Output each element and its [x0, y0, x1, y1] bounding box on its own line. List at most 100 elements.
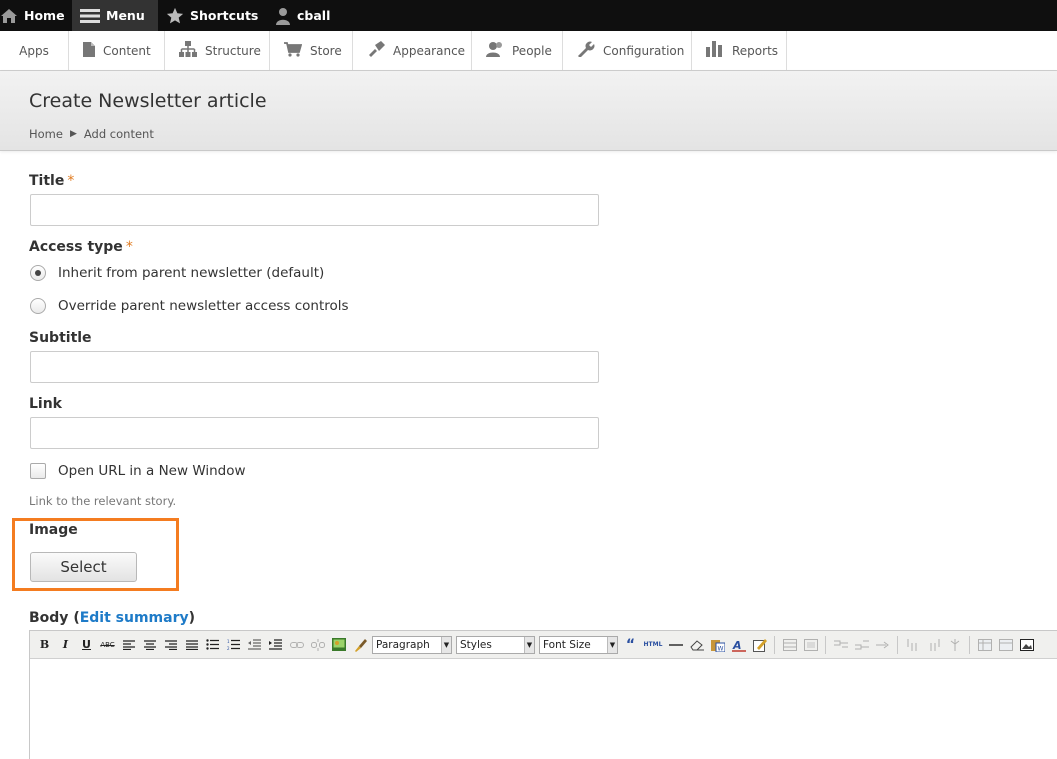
insert-row-before-icon[interactable]	[832, 636, 849, 653]
tray-item-store[interactable]: Store	[270, 31, 353, 70]
tray-item-reports[interactable]: Reports	[692, 31, 787, 70]
delete-column-icon[interactable]	[946, 636, 963, 653]
tray-item-apps[interactable]: Apps	[0, 31, 69, 70]
link-icon[interactable]	[288, 636, 305, 653]
insert-column-after-icon[interactable]	[925, 636, 942, 653]
toolbar-menu[interactable]: Menu	[72, 0, 158, 31]
align-left-icon[interactable]	[120, 636, 137, 653]
radio-button-selected[interactable]	[30, 265, 46, 281]
toolbar-user[interactable]: cball	[263, 0, 344, 31]
svg-text:A: A	[732, 639, 742, 652]
tray-item-label: Configuration	[603, 43, 685, 58]
breadcrumb-home[interactable]: Home	[29, 127, 63, 141]
unlink-icon[interactable]	[309, 636, 326, 653]
dropdown-arrow-icon: ▼	[607, 636, 617, 653]
eraser-icon[interactable]	[688, 636, 705, 653]
delete-row-icon[interactable]	[874, 636, 891, 653]
underline-button[interactable]: U	[78, 636, 95, 653]
tray-item-label: Content	[103, 43, 151, 58]
bold-button[interactable]: B	[36, 636, 53, 653]
tray-item-appearance[interactable]: Appearance	[353, 31, 472, 70]
cart-icon	[284, 41, 303, 60]
font-color-icon[interactable]: A	[730, 636, 747, 653]
cleanup-brush-icon[interactable]	[351, 636, 368, 653]
bar-chart-icon	[706, 41, 724, 60]
align-center-icon[interactable]	[141, 636, 158, 653]
page-header: Create Newsletter article Home ▶ Add con…	[0, 71, 1057, 151]
tray-item-label: Apps	[19, 43, 49, 58]
merge-cells-icon[interactable]	[997, 636, 1014, 653]
link-help-text: Link to the relevant story.	[29, 494, 177, 508]
paintbrush-icon	[367, 41, 385, 60]
access-option-inherit[interactable]: Inherit from parent newsletter (default)	[30, 265, 324, 281]
link-label: Link	[29, 396, 62, 412]
paste-word-icon[interactable]: W	[709, 636, 726, 653]
open-new-window-option[interactable]: Open URL in a New Window	[30, 463, 246, 479]
table-cell-icon[interactable]	[802, 636, 819, 653]
toolbar-separator	[969, 635, 970, 654]
star-icon	[166, 7, 184, 25]
access-type-label-text: Access type	[29, 239, 123, 255]
align-right-icon[interactable]	[162, 636, 179, 653]
toolbar-shortcuts[interactable]: Shortcuts	[158, 0, 263, 31]
access-option-override[interactable]: Override parent newsletter access contro…	[30, 298, 349, 314]
title-input[interactable]	[30, 194, 599, 226]
toolbar-separator	[897, 635, 898, 654]
split-cells-icon[interactable]	[976, 636, 993, 653]
editor-content-area[interactable]	[30, 659, 1057, 759]
toolbar-home-label: Home	[24, 8, 65, 23]
italic-button[interactable]: I	[57, 636, 74, 653]
styles-select-value: Styles	[460, 638, 492, 651]
toolbar-shortcuts-label: Shortcuts	[190, 8, 259, 23]
tray-item-content[interactable]: Content	[69, 31, 165, 70]
tray-item-structure[interactable]: Structure	[165, 31, 270, 70]
align-justify-icon[interactable]	[183, 636, 200, 653]
access-option-label: Inherit from parent newsletter (default)	[58, 265, 325, 281]
subtitle-input[interactable]	[30, 351, 599, 383]
svg-text:W: W	[717, 645, 723, 652]
breadcrumb-separator-icon: ▶	[69, 129, 77, 139]
structure-icon	[179, 41, 197, 60]
wrench-icon	[577, 41, 595, 60]
tray-item-label: Structure	[205, 43, 261, 58]
tray-item-people[interactable]: People	[472, 31, 563, 70]
svg-text:1: 1	[227, 639, 230, 644]
indent-icon[interactable]	[267, 636, 284, 653]
toolbar-home[interactable]: Home	[0, 0, 72, 31]
new-window-checkbox[interactable]	[30, 463, 46, 479]
numbered-list-icon[interactable]: 12	[225, 636, 242, 653]
font-size-select[interactable]: Font Size ▼	[539, 635, 618, 654]
content-icon	[83, 41, 95, 60]
required-marker: *	[67, 173, 75, 189]
paren-close: )	[188, 610, 196, 626]
image-icon[interactable]	[330, 636, 347, 653]
toolbar-user-label: cball	[297, 8, 331, 23]
styles-select[interactable]: Styles ▼	[456, 635, 535, 654]
radio-button[interactable]	[30, 298, 46, 314]
tray-item-label: Appearance	[393, 43, 466, 58]
breadcrumb: Home ▶ Add content	[29, 127, 154, 141]
home-icon	[0, 8, 18, 24]
body-label: Body (Edit summary)	[29, 610, 195, 626]
blockquote-icon[interactable]: “	[622, 636, 639, 653]
html-source-button[interactable]: HTML	[643, 636, 663, 653]
image-select-button[interactable]: Select	[30, 552, 137, 582]
subtitle-label: Subtitle	[29, 330, 92, 346]
tray-item-configuration[interactable]: Configuration	[563, 31, 692, 70]
horizontal-rule-icon[interactable]	[667, 636, 684, 653]
outdent-icon[interactable]	[246, 636, 263, 653]
edit-attributes-icon[interactable]	[751, 636, 768, 653]
table-row-icon[interactable]	[781, 636, 798, 653]
link-input[interactable]	[30, 417, 599, 449]
edit-summary-link[interactable]: Edit summary	[80, 610, 189, 626]
breadcrumb-add-content[interactable]: Add content	[84, 127, 154, 141]
insert-column-before-icon[interactable]	[904, 636, 921, 653]
format-select-value: Paragraph	[376, 638, 430, 651]
format-select[interactable]: Paragraph ▼	[372, 635, 452, 654]
people-icon	[486, 41, 504, 60]
bullet-list-icon[interactable]	[204, 636, 221, 653]
insert-row-after-icon[interactable]	[853, 636, 870, 653]
insert-image-icon[interactable]	[1018, 636, 1035, 653]
strikethrough-button[interactable]: ABC	[99, 636, 116, 653]
admin-toolbar: Home Menu Shortcuts cball	[0, 0, 1057, 31]
